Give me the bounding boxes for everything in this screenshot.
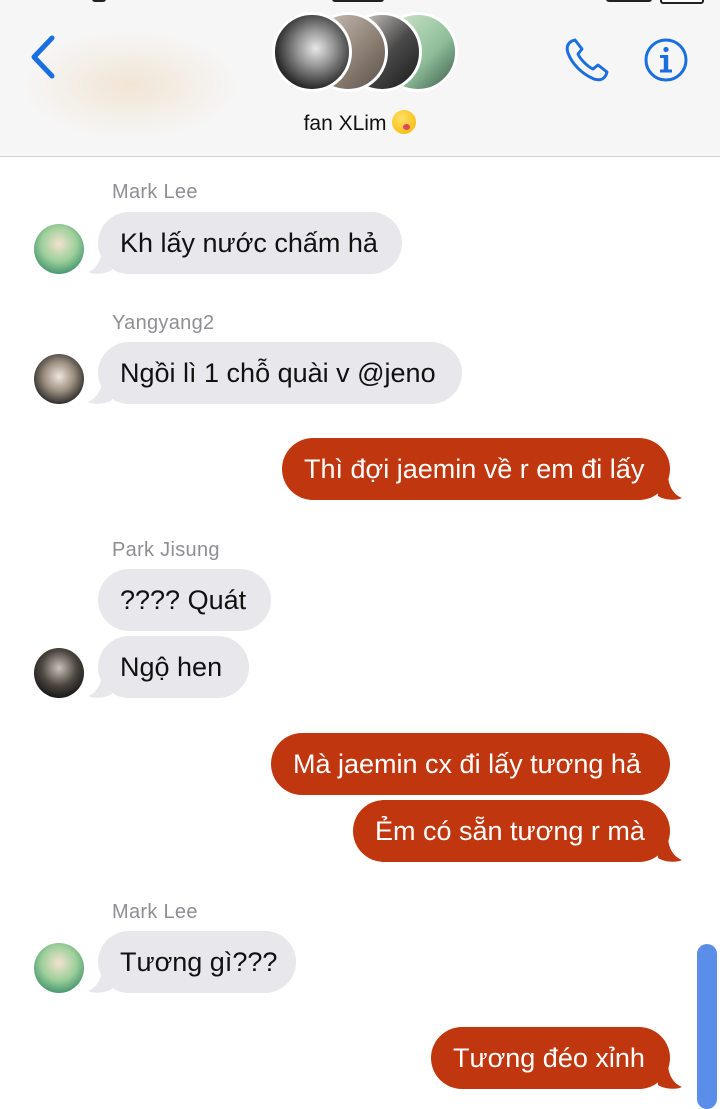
- avatar[interactable]: [34, 354, 84, 404]
- outgoing-message-bubble[interactable]: Thì đợi jaemin về r em đi lấy: [282, 438, 670, 500]
- status-bar-fragment: [92, 0, 106, 2]
- outgoing-message-bubble[interactable]: Ẻm có sẵn tương r mà: [353, 800, 670, 862]
- incoming-message-bubble[interactable]: Ngộ hen: [98, 636, 249, 698]
- avatar[interactable]: [34, 943, 84, 993]
- avatar[interactable]: [34, 648, 84, 698]
- face-savoring-food-icon: [392, 110, 417, 134]
- group-name[interactable]: fan XLim: [0, 110, 720, 136]
- sender-name: Mark Lee: [112, 181, 198, 203]
- avatar[interactable]: [34, 224, 84, 274]
- incoming-message-bubble[interactable]: ???? Quát: [98, 569, 271, 631]
- info-icon[interactable]: [642, 36, 690, 84]
- member-avatar: [272, 12, 352, 92]
- group-name-label: fan XLim: [303, 112, 387, 135]
- outgoing-message-bubble[interactable]: Tương đéo xỉnh: [431, 1027, 670, 1089]
- phone-icon[interactable]: [562, 36, 612, 84]
- sender-name: Yangyang2: [112, 312, 215, 334]
- back-chevron-icon[interactable]: [26, 34, 60, 80]
- battery-icon: [660, 0, 704, 4]
- scrollbar-thumb[interactable]: [697, 944, 717, 1109]
- status-bar-fragment: [606, 0, 652, 2]
- incoming-message-bubble[interactable]: Kh lấy nước chấm hả: [98, 212, 402, 274]
- outgoing-message-bubble[interactable]: Mà jaemin cx đi lấy tương hả: [271, 733, 670, 795]
- group-avatars[interactable]: [270, 10, 460, 100]
- conversation-header: fan XLim: [0, 0, 720, 157]
- status-bar-fragment: [332, 0, 384, 2]
- incoming-message-bubble[interactable]: Ngồi lì 1 chỗ quài v @jeno: [98, 342, 462, 404]
- incoming-message-bubble[interactable]: Tương gì???: [98, 931, 296, 993]
- sender-name: Park Jisung: [112, 539, 220, 561]
- sender-name: Mark Lee: [112, 901, 198, 923]
